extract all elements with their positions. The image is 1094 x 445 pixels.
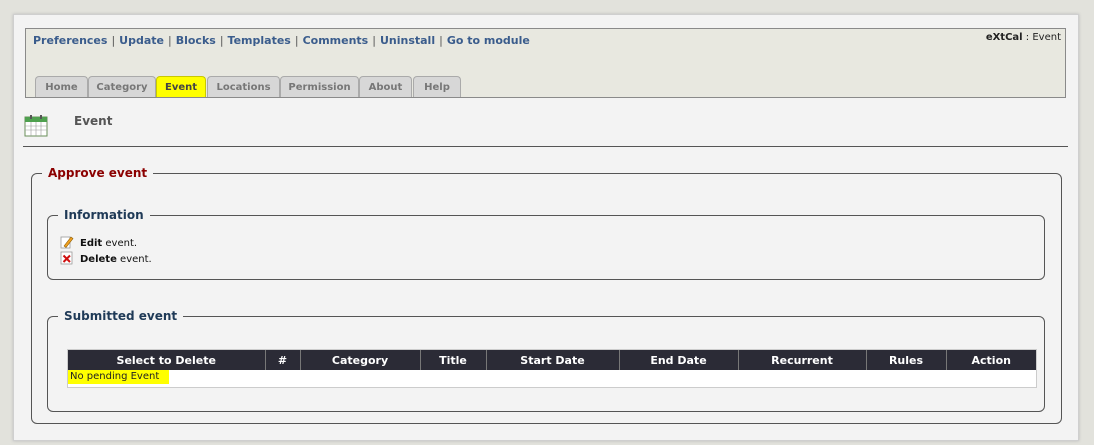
admin-panel: Preferences | Update | Blocks | Templates | Comm… — [13, 14, 1079, 441]
edit-pencil-icon — [60, 236, 74, 249]
table-row: No pending Event — [68, 370, 1036, 384]
link-uninstall[interactable]: Uninstall — [380, 34, 435, 47]
col-category: Category — [300, 350, 421, 370]
col-rules: Rules — [866, 350, 947, 370]
submitted-events-table-wrap: Select to Delete # Category Title Start … — [67, 349, 1037, 388]
approve-event-fieldset: Approve event Information Edit event. De… — [31, 166, 1062, 424]
module-admin-bar: Preferences | Update | Blocks | Templates | Comm… — [25, 28, 1066, 98]
information-legend: Information — [64, 208, 144, 222]
col-number: # — [265, 350, 301, 370]
no-pending-message: No pending Event — [68, 370, 170, 384]
page-title: Event — [74, 114, 113, 128]
tab-permission[interactable]: Permission — [280, 76, 359, 97]
tab-home[interactable]: Home — [35, 76, 88, 97]
link-update[interactable]: Update — [119, 34, 164, 47]
col-title: Title — [420, 350, 487, 370]
col-action: Action — [946, 350, 1036, 370]
submitted-events-table: Select to Delete # Category Title Start … — [68, 350, 1036, 384]
approve-event-legend: Approve event — [48, 166, 148, 180]
delete-info-line: Delete event. — [60, 251, 152, 265]
page-header: Event — [23, 112, 1068, 147]
calendar-icon — [24, 115, 48, 137]
edit-info-line: Edit event. — [60, 235, 137, 249]
table-header-row: Select to Delete # Category Title Start … — [68, 350, 1036, 370]
tab-event[interactable]: Event — [156, 76, 206, 97]
link-go-to-module[interactable]: Go to module — [447, 34, 530, 47]
submitted-event-fieldset: Submitted event Select to Delete # Categ… — [47, 309, 1045, 412]
link-templates[interactable]: Templates — [228, 34, 291, 47]
delete-x-icon — [60, 251, 73, 265]
link-preferences[interactable]: Preferences — [33, 34, 107, 47]
tab-about[interactable]: About — [359, 76, 412, 97]
tab-category[interactable]: Category — [88, 76, 156, 97]
tab-locations[interactable]: Locations — [207, 76, 280, 97]
information-fieldset: Information Edit event. Delete event. — [47, 208, 1045, 280]
submitted-event-legend: Submitted event — [64, 309, 178, 323]
link-comments[interactable]: Comments — [303, 34, 369, 47]
link-blocks[interactable]: Blocks — [176, 34, 216, 47]
col-start-date: Start Date — [486, 350, 620, 370]
col-end-date: End Date — [619, 350, 739, 370]
module-name: eXtCal : Event — [985, 32, 1061, 43]
col-select-to-delete: Select to Delete — [68, 350, 266, 370]
tab-help[interactable]: Help — [413, 76, 461, 97]
admin-links: Preferences | Update | Blocks | Templates | Comm… — [33, 34, 530, 47]
col-recurrent: Recurrent — [738, 350, 867, 370]
